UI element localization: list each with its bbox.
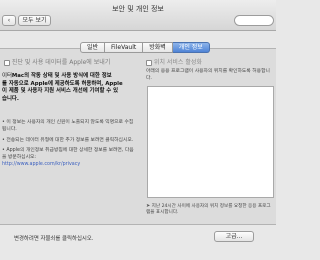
send-diagnostics-checkbox[interactable] xyxy=(4,59,10,66)
send-diagnostics-row[interactable]: 진단 및 사용 데이터를 Apple에 보내기 xyxy=(4,59,110,67)
tab-bar: 일반 FileVault 방화벽 개인 정보 xyxy=(80,42,210,53)
location-services-row[interactable]: 위치 서비스 활성화 xyxy=(146,59,202,67)
diagnostics-description: 이터Mac의 작동 상태 및 사용 방식에 대한 정보 를 자동으로 Apple… xyxy=(2,73,123,102)
lock-instruction: 변경하려면 자물쇠를 클릭하십시오. xyxy=(14,236,94,242)
show-all-button[interactable]: 모두 보기 xyxy=(18,15,51,26)
location-services-checkbox[interactable] xyxy=(146,59,152,66)
search-input[interactable] xyxy=(234,15,274,26)
privacy-link[interactable]: http://www.apple.com/kr/privacy xyxy=(2,162,80,167)
location-note: ➤ 지난 24시간 사이에 사용자의 위치 정보를 요청한 응용 프로그램을 표… xyxy=(146,203,271,216)
bullet-data-types: • 전송되는 데이터 유형에 대한 추가 정보를 보려면 클릭하십시오. xyxy=(2,137,134,143)
back-forward-buttons[interactable]: ‹ xyxy=(2,15,16,26)
title-bar: 보안 및 개인 정보 ‹ 모두 보기 xyxy=(0,0,276,31)
bullet-privacy-policy: • Apple의 개인정보 취급방침에 대한 상세한 정보를 보려면, 다음을 … xyxy=(2,148,134,167)
back-icon[interactable]: ‹ xyxy=(8,17,10,24)
location-arrow-icon: ➤ xyxy=(146,203,151,209)
diagnostics-bullets: • 이 정보는 사용자의 개인 신원이 노출되지 않도록 익명으로 수집됩니다.… xyxy=(2,120,136,173)
tab-general[interactable]: 일반 xyxy=(80,42,106,53)
advanced-button[interactable]: 고급... xyxy=(214,231,254,242)
window-title: 보안 및 개인 정보 xyxy=(112,5,164,13)
bullet-anonymous: • 이 정보는 사용자의 개인 신원이 노출되지 않도록 익명으로 수집됩니다. xyxy=(2,120,134,132)
tab-filevault[interactable]: FileVault xyxy=(105,42,144,53)
send-diagnostics-label: 진단 및 사용 데이터를 Apple에 보내기 xyxy=(11,59,111,66)
location-description: 아래의 응용 프로그램이 사용자의 위치를 확인하도록 허용합니다. xyxy=(146,69,270,81)
location-services-label: 위치 서비스 활성화 xyxy=(153,59,202,66)
location-app-list[interactable] xyxy=(147,86,274,198)
tab-privacy[interactable]: 개인 정보 xyxy=(172,42,210,53)
tab-firewall[interactable]: 방화벽 xyxy=(143,42,173,53)
